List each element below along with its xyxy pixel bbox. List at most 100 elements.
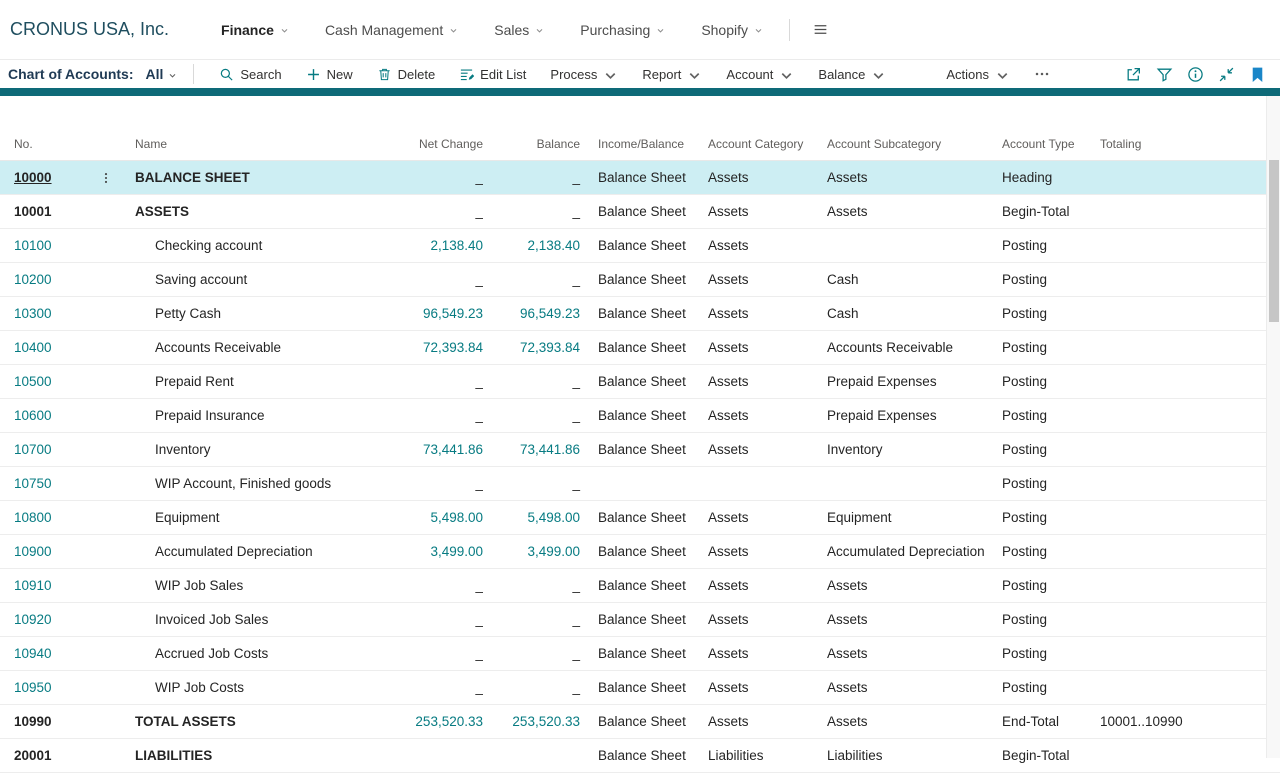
cell-no[interactable]: 20001 xyxy=(0,748,121,763)
balance-value[interactable]: 2,138.40 xyxy=(527,238,580,253)
account-no-link[interactable]: 10950 xyxy=(14,680,52,695)
cell-name[interactable]: LIABILITIES xyxy=(121,748,373,763)
cell-account-category[interactable]: Assets xyxy=(698,170,817,185)
cell-income-balance[interactable]: Balance Sheet xyxy=(588,340,698,355)
toolbar-more[interactable] xyxy=(1025,63,1059,85)
table-row[interactable]: 10940Accrued Job Costs__Balance SheetAss… xyxy=(0,637,1280,671)
toolbar-delete[interactable]: Delete xyxy=(368,64,445,85)
account-no-link[interactable]: 10600 xyxy=(14,408,52,423)
net-change-value[interactable]: 73,441.86 xyxy=(423,442,483,457)
cell-totaling[interactable]: 10001..10990 xyxy=(1090,714,1280,729)
net-change-value[interactable]: 72,393.84 xyxy=(423,340,483,355)
cell-net-change[interactable]: _ xyxy=(373,578,483,593)
cell-account-category[interactable]: Assets xyxy=(698,578,817,593)
table-row[interactable]: 10800Equipment5,498.005,498.00Balance Sh… xyxy=(0,501,1280,535)
cell-balance[interactable]: 253,520.33 xyxy=(483,714,588,729)
cell-name[interactable]: BALANCE SHEET xyxy=(121,170,373,185)
cell-income-balance[interactable]: Balance Sheet xyxy=(588,442,698,457)
cell-account-type[interactable]: Posting xyxy=(992,544,1090,559)
account-no-link[interactable]: 10000 xyxy=(14,170,52,185)
account-no-link[interactable]: 10700 xyxy=(14,442,52,457)
cell-no[interactable]: 10001 xyxy=(0,204,121,219)
cell-account-category[interactable]: Assets xyxy=(698,272,817,287)
cell-balance[interactable]: _ xyxy=(483,374,588,389)
cell-net-change[interactable]: _ xyxy=(373,646,483,661)
cell-account-category[interactable]: Assets xyxy=(698,680,817,695)
cell-no[interactable]: 10940 xyxy=(0,646,121,661)
cell-account-type[interactable]: Posting xyxy=(992,340,1090,355)
cell-account-subcategory[interactable]: Prepaid Expenses xyxy=(817,374,992,389)
cell-income-balance[interactable]: Balance Sheet xyxy=(588,408,698,423)
table-row[interactable]: 10900Accumulated Depreciation3,499.003,4… xyxy=(0,535,1280,569)
cell-balance[interactable]: _ xyxy=(483,170,588,185)
table-row[interactable]: 10750WIP Account, Finished goods__Postin… xyxy=(0,467,1280,501)
cell-account-category[interactable]: Assets xyxy=(698,612,817,627)
view-filter[interactable]: All xyxy=(145,66,177,82)
cell-name[interactable]: WIP Account, Finished goods xyxy=(121,476,373,491)
cell-net-change[interactable]: _ xyxy=(373,476,483,491)
cell-name[interactable]: Saving account xyxy=(121,272,373,287)
cell-balance[interactable]: 5,498.00 xyxy=(483,510,588,525)
table-row[interactable]: 10300Petty Cash96,549.2396,549.23Balance… xyxy=(0,297,1280,331)
cell-account-subcategory[interactable]: Accounts Receivable xyxy=(817,340,992,355)
cell-account-type[interactable]: Posting xyxy=(992,476,1090,491)
cell-name[interactable]: Equipment xyxy=(121,510,373,525)
cell-balance[interactable]: _ xyxy=(483,578,588,593)
cell-balance[interactable]: _ xyxy=(483,612,588,627)
cell-account-type[interactable]: Posting xyxy=(992,510,1090,525)
cell-income-balance[interactable]: Balance Sheet xyxy=(588,544,698,559)
cell-account-type[interactable]: Posting xyxy=(992,306,1090,321)
cell-name[interactable]: Petty Cash xyxy=(121,306,373,321)
filter-button[interactable] xyxy=(1156,66,1173,83)
cell-account-subcategory[interactable]: Cash xyxy=(817,306,992,321)
row-menu-icon[interactable] xyxy=(99,171,113,185)
cell-account-category[interactable]: Assets xyxy=(698,714,817,729)
cell-no[interactable]: 10900 xyxy=(0,544,121,559)
account-no-link[interactable]: 10001 xyxy=(14,204,52,219)
account-no-link[interactable]: 20001 xyxy=(14,748,52,763)
cell-account-type[interactable]: Posting xyxy=(992,612,1090,627)
collapse-button[interactable] xyxy=(1218,66,1235,83)
cell-income-balance[interactable]: Balance Sheet xyxy=(588,510,698,525)
column-header-income-balance[interactable]: Income/Balance xyxy=(588,137,698,151)
cell-income-balance[interactable]: Balance Sheet xyxy=(588,578,698,593)
cell-account-subcategory[interactable]: Inventory xyxy=(817,442,992,457)
cell-name[interactable]: Checking account xyxy=(121,238,373,253)
balance-value[interactable]: 5,498.00 xyxy=(527,510,580,525)
cell-account-subcategory[interactable]: Assets xyxy=(817,204,992,219)
cell-balance[interactable]: 73,441.86 xyxy=(483,442,588,457)
account-no-link[interactable]: 10100 xyxy=(14,238,52,253)
cell-name[interactable]: Accumulated Depreciation xyxy=(121,544,373,559)
cell-account-subcategory[interactable]: Accumulated Depreciation xyxy=(817,544,992,559)
balance-value[interactable]: 96,549.23 xyxy=(520,306,580,321)
balance-value[interactable]: 72,393.84 xyxy=(520,340,580,355)
cell-account-subcategory[interactable]: Assets xyxy=(817,714,992,729)
cell-name[interactable]: Accounts Receivable xyxy=(121,340,373,355)
table-row[interactable]: 10700Inventory73,441.8673,441.86Balance … xyxy=(0,433,1280,467)
account-no-link[interactable]: 10750 xyxy=(14,476,52,491)
toolbar-process[interactable]: Process xyxy=(541,63,627,86)
cell-account-category[interactable]: Assets xyxy=(698,204,817,219)
cell-account-type[interactable]: Posting xyxy=(992,374,1090,389)
table-row[interactable]: 20001LIABILITIESBalance SheetLiabilities… xyxy=(0,739,1280,773)
cell-net-change[interactable]: _ xyxy=(373,408,483,423)
balance-value[interactable]: 3,499.00 xyxy=(527,544,580,559)
cell-account-type[interactable]: Posting xyxy=(992,408,1090,423)
cell-account-category[interactable]: Assets xyxy=(698,340,817,355)
cell-name[interactable]: Invoiced Job Sales xyxy=(121,612,373,627)
account-no-link[interactable]: 10400 xyxy=(14,340,52,355)
cell-account-category[interactable]: Assets xyxy=(698,408,817,423)
cell-account-subcategory[interactable]: Assets xyxy=(817,612,992,627)
balance-value[interactable]: 253,520.33 xyxy=(512,714,580,729)
cell-account-category[interactable]: Liabilities xyxy=(698,748,817,763)
cell-account-category[interactable]: Assets xyxy=(698,306,817,321)
column-header-account-subcategory[interactable]: Account Subcategory xyxy=(817,137,992,151)
cell-net-change[interactable]: 253,520.33 xyxy=(373,714,483,729)
cell-no[interactable]: 10600 xyxy=(0,408,121,423)
vertical-scrollbar[interactable] xyxy=(1266,96,1280,758)
net-change-value[interactable]: 5,498.00 xyxy=(430,510,483,525)
cell-net-change[interactable]: _ xyxy=(373,612,483,627)
cell-account-type[interactable]: Posting xyxy=(992,646,1090,661)
net-change-value[interactable]: 3,499.00 xyxy=(430,544,483,559)
scrollbar-thumb[interactable] xyxy=(1269,160,1279,322)
